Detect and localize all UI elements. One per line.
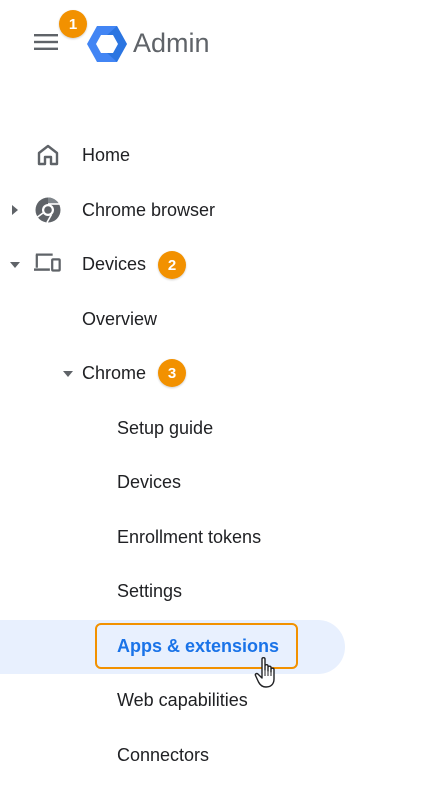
chrome-logo-icon xyxy=(34,196,62,224)
nav-item-settings[interactable]: Settings xyxy=(117,571,182,611)
nav-item-connectors[interactable]: Connectors xyxy=(117,735,209,775)
nav-label-overview: Overview xyxy=(82,308,158,329)
nav-label-apps-extensions: Apps & extensions xyxy=(117,635,280,656)
nav-label-chrome-browser: Chrome browser xyxy=(82,199,216,220)
expand-caret-right-icon[interactable] xyxy=(9,204,21,216)
step-badge-3: 3 xyxy=(158,359,186,387)
nav-label-settings: Settings xyxy=(117,580,183,601)
nav-item-chrome-devices[interactable]: Devices xyxy=(117,462,181,502)
step-badge-1: 1 xyxy=(59,10,87,38)
nav-label-connectors: Connectors xyxy=(117,744,210,765)
menu-button[interactable] xyxy=(30,26,62,58)
nav-label-chrome-devices: Devices xyxy=(117,471,182,492)
nav-item-web-capabilities[interactable]: Web capabilities xyxy=(117,680,248,720)
nav-label-enrollment-tokens: Enrollment tokens xyxy=(117,526,262,547)
nav-item-setup-guide[interactable]: Setup guide xyxy=(117,408,213,448)
step-badge-2: 2 xyxy=(158,251,186,279)
expand-caret-down-icon[interactable] xyxy=(9,259,21,271)
hamburger-menu-icon xyxy=(34,34,58,50)
expand-caret-down-icon[interactable] xyxy=(62,368,74,380)
nav-label-home: Home xyxy=(82,144,131,165)
home-icon xyxy=(34,141,62,169)
nav-label-web-capabilities: Web capabilities xyxy=(117,689,248,710)
admin-logo xyxy=(86,24,128,64)
nav-item-devices[interactable]: Devices xyxy=(34,244,146,284)
nav-item-overview[interactable]: Overview xyxy=(82,299,157,339)
app-title: Admin xyxy=(133,28,210,58)
devices-icon xyxy=(34,250,62,278)
hand-pointer-cursor-icon xyxy=(254,656,280,690)
nav-item-home[interactable]: Home xyxy=(34,135,130,175)
nav-item-chrome-browser[interactable]: Chrome browser xyxy=(34,190,215,230)
nav-item-chrome[interactable]: Chrome xyxy=(82,353,146,393)
nav-label-devices: Devices xyxy=(82,253,147,274)
nav-label-chrome: Chrome xyxy=(82,362,147,383)
nav-item-enrollment-tokens[interactable]: Enrollment tokens xyxy=(117,517,261,557)
nav-label-setup-guide: Setup guide xyxy=(117,417,214,438)
